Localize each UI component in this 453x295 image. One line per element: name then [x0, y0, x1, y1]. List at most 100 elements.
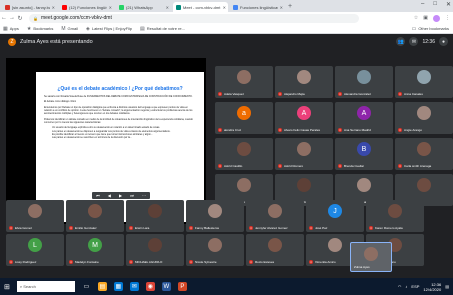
- bookmark-item[interactable]: ▦ Apps: [3, 26, 19, 32]
- participant-tile[interactable]: ✕ Adela Vasquez: [215, 66, 273, 98]
- tab-close-icon[interactable]: ✕: [166, 5, 169, 10]
- wifi-icon[interactable]: ◠: [398, 284, 402, 289]
- tab-close-icon[interactable]: ✕: [223, 5, 226, 10]
- toolbar-right: ☆ ▣ ⋮: [414, 14, 450, 22]
- tab-title: Meet - ccm-vbkv-dmt: [183, 4, 221, 10]
- language-indicator[interactable]: ESP: [411, 284, 419, 289]
- participant-tile[interactable]: ✕ MICHAEL AGUIRLO: [126, 234, 184, 266]
- url-text: meet.google.com/ccm-vbkv-dmt: [40, 15, 112, 21]
- participant-name: Astrid Castillo: [224, 164, 243, 168]
- participant-avatar: A: [357, 106, 371, 120]
- participant-tile[interactable]: ✕ Erwin Lara: [126, 200, 184, 232]
- close-window-button[interactable]: ✕: [446, 1, 451, 8]
- tab-title: [sin asunto] - fanny.ballesteros: [12, 4, 50, 10]
- tab-close-icon[interactable]: ✕: [280, 5, 283, 10]
- profile-avatar[interactable]: [433, 14, 440, 22]
- participant-tile[interactable]: ✕ Fanny Ballesteros: [186, 200, 244, 232]
- participant-tile[interactable]: ✕ Rocio Esteves: [246, 234, 304, 266]
- browser-tab[interactable]: (21) WhatsApp ✕: [116, 2, 171, 12]
- participant-tile[interactable]: ✕ Angie Arango: [395, 102, 453, 134]
- participant-tile[interactable]: A ✕ Alvaro Felix Casas Perales: [275, 102, 333, 134]
- mail-icon[interactable]: ✉: [129, 282, 139, 291]
- more-options-icon[interactable]: ⋯: [142, 193, 146, 198]
- word-icon[interactable]: W: [161, 282, 171, 291]
- participant-tile[interactable]: a ✕ alondra Cruz: [215, 102, 273, 134]
- other-bookmarks[interactable]: ▭ Other bookmarks: [412, 26, 449, 32]
- bookmark-star-icon[interactable]: ☆: [414, 15, 418, 21]
- participant-tile[interactable]: ✕ Jennyfer Alvarez Gomez: [246, 200, 304, 232]
- chrome-icon[interactable]: ◉: [145, 282, 155, 291]
- participant-tile[interactable]: ✕ Alejandro Mejia: [275, 66, 333, 98]
- participant-tile[interactable]: B ✕ Brenda Cuellar: [335, 138, 393, 170]
- bookmark-item[interactable]: ▤ Resultat de votre re...: [140, 26, 185, 32]
- participant-tile[interactable]: ✕ Elvia Gomez: [6, 200, 64, 232]
- participant-photo: [237, 70, 251, 84]
- powerpoint-icon[interactable]: P: [177, 282, 187, 291]
- bookmarks-bar: ▦ Apps ★ Bookmarks M Gmail ◈ Latest Flips | Enj…: [0, 24, 453, 34]
- participant-tile[interactable]: ✕ Emilio Gonzalez: [66, 200, 124, 232]
- people-icon[interactable]: 👥: [396, 37, 406, 46]
- participant-tile[interactable]: ✕ Nicole Sylvestre: [186, 234, 244, 266]
- mic-muted-icon: ✕: [129, 226, 133, 230]
- bookmark-item[interactable]: ◈ Latest Flips | EnjoyFlip: [86, 26, 132, 32]
- volume-icon[interactable]: ♪: [405, 284, 407, 289]
- user-avatar[interactable]: ●: [439, 37, 448, 46]
- participant-tile[interactable]: ✕ Astrid Romero: [275, 138, 333, 170]
- new-tab-button[interactable]: +: [288, 2, 292, 12]
- bookmark-item[interactable]: M Gmail: [61, 26, 78, 32]
- browser-tab[interactable]: Funciones lingüísticas del leng...✕: [230, 2, 285, 12]
- bookmark-item[interactable]: ★ Bookmarks: [27, 26, 54, 32]
- participant-tile[interactable]: ✕ Carla smith Arenaga: [395, 138, 453, 170]
- menu-icon[interactable]: ⋮: [445, 15, 450, 21]
- participant-photo: [28, 204, 42, 218]
- participant-name-row: ✕ Fanny Ballesteros: [189, 226, 242, 230]
- browser-tab[interactable]: Meet - ccm-vbkv-dmt ✕: [173, 2, 228, 12]
- participant-tile[interactable]: A ✕ Ana Serrano Madrid: [335, 102, 393, 134]
- maximize-button[interactable]: □: [433, 1, 437, 8]
- participant-avatar: B: [357, 142, 371, 156]
- back-icon[interactable]: ←: [0, 15, 8, 21]
- participant-photo: [417, 178, 431, 192]
- forward-icon[interactable]: →: [8, 15, 16, 21]
- tab-close-icon[interactable]: ✕: [52, 5, 55, 10]
- participant-name: Ximenita Amico: [315, 260, 336, 264]
- participant-tile[interactable]: ✕ Anna Canales: [395, 66, 453, 98]
- participant-name-row: ✕ Ana Serrano Madrid: [338, 128, 391, 132]
- participant-photo: [88, 204, 102, 218]
- url-field[interactable]: 🔒 meet.google.com/ccm-vbkv-dmt: [29, 13, 359, 23]
- participant-name: Astrid Romero: [284, 164, 304, 168]
- participant-tile[interactable]: L ✕ Lissy Rodriguez: [6, 234, 64, 266]
- mic-muted-icon: ✕: [189, 226, 193, 230]
- participant-tile[interactable]: ✕ Karen Romero Ayala: [366, 200, 424, 232]
- tab-close-icon[interactable]: ✕: [109, 5, 112, 10]
- participant-name: Nicole Sylvestre: [195, 260, 217, 264]
- notification-icon[interactable]: ▤: [445, 284, 449, 289]
- prev-slide-icon[interactable]: ◀: [108, 193, 111, 198]
- extension-icon[interactable]: ▣: [423, 15, 428, 21]
- participant-name: Brenda Cuellar: [344, 164, 365, 168]
- participant-name: Rocio Esteves: [255, 260, 275, 264]
- explorer-icon[interactable]: ▤: [97, 282, 107, 291]
- minimize-button[interactable]: –: [421, 1, 424, 8]
- participant-photo: [388, 204, 402, 218]
- clock[interactable]: 12:36 12/4/2020: [423, 282, 441, 292]
- browser-tab[interactable]: [sin asunto] - fanny.ballesteros✕: [2, 2, 57, 12]
- participant-name: Angie Arango: [404, 128, 423, 132]
- next-slide-icon[interactable]: ▶: [119, 193, 122, 198]
- reload-icon[interactable]: ↻: [16, 15, 24, 22]
- task-view-icon[interactable]: ▭: [81, 282, 91, 291]
- participant-name: Anna Canales: [404, 92, 423, 96]
- first-slide-icon[interactable]: ⏮: [96, 193, 100, 198]
- last-slide-icon[interactable]: ⏭: [130, 193, 134, 198]
- participant-tile[interactable]: J ✕ José Paz: [306, 200, 364, 232]
- chat-icon[interactable]: ✉: [409, 37, 419, 46]
- participant-tile[interactable]: ✕ Astrid Castillo: [215, 138, 273, 170]
- self-view-tile[interactable]: Zulma Ayes: [350, 242, 392, 272]
- participant-tile[interactable]: M ✕ Madelyn Fontaine: [66, 234, 124, 266]
- participant-tile[interactable]: ✕ Alexandra Gonzalez: [335, 66, 393, 98]
- participant-photo: [237, 142, 251, 156]
- start-icon[interactable]: ⊞: [4, 283, 10, 291]
- store-icon[interactable]: ▦: [113, 282, 123, 291]
- browser-tab[interactable]: (12) Funciones lingüísticas y no...✕: [59, 2, 114, 12]
- taskbar-search[interactable]: ⌕ Search: [16, 281, 75, 292]
